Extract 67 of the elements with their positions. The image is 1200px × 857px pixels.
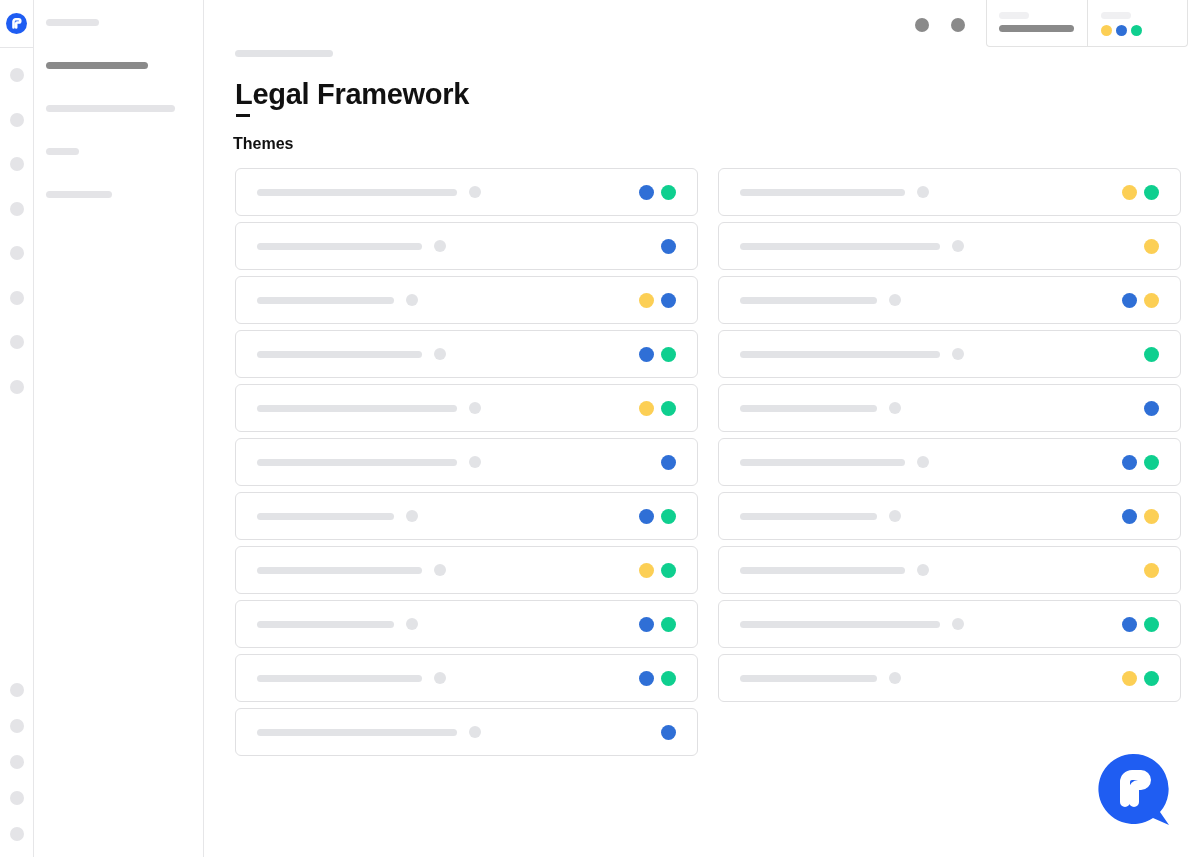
theme-card[interactable] <box>718 384 1181 432</box>
nav-icon-placeholder[interactable] <box>9 335 24 349</box>
theme-card[interactable] <box>718 654 1181 702</box>
theme-card[interactable] <box>235 600 698 648</box>
nav-icon-placeholder[interactable] <box>9 246 24 260</box>
nav-icon-placeholder[interactable] <box>9 791 24 805</box>
dot-placeholder <box>917 456 929 468</box>
dot-placeholder <box>952 618 964 630</box>
nav-icon-placeholder[interactable] <box>9 755 24 769</box>
nav-item-placeholder[interactable] <box>46 62 148 69</box>
dot-placeholder <box>434 672 446 684</box>
dot-placeholder <box>469 402 481 414</box>
page-title: Legal Framework <box>235 78 470 111</box>
dot-placeholder <box>889 402 901 414</box>
dot-placeholder <box>469 186 481 198</box>
logo-icon[interactable] <box>6 13 27 34</box>
theme-card[interactable] <box>718 168 1181 216</box>
dot-placeholder <box>952 348 964 360</box>
dot-placeholder <box>889 510 901 522</box>
theme-card[interactable] <box>235 168 698 216</box>
nav-item-placeholder[interactable] <box>46 19 99 26</box>
dot-placeholder <box>406 294 418 306</box>
theme-card[interactable] <box>718 600 1181 648</box>
dot-placeholder <box>889 672 901 684</box>
chat-logo-icon[interactable] <box>1097 753 1171 827</box>
dot-placeholder <box>889 294 901 306</box>
nav-icon-placeholder[interactable] <box>9 827 24 841</box>
dot-placeholder <box>434 348 446 360</box>
nav-icon-placeholder[interactable] <box>9 379 24 394</box>
theme-card[interactable] <box>235 546 698 594</box>
theme-card[interactable] <box>235 384 698 432</box>
theme-card[interactable] <box>235 708 698 756</box>
nav-icon-placeholder[interactable] <box>9 157 24 171</box>
theme-card[interactable] <box>235 438 698 486</box>
nav-icon-placeholder[interactable] <box>9 683 24 697</box>
nav-icon-placeholder[interactable] <box>9 112 24 127</box>
nav-item-placeholder[interactable] <box>46 105 175 112</box>
dot-placeholder <box>952 240 964 252</box>
dot-placeholder <box>917 564 929 576</box>
theme-card[interactable] <box>235 222 698 270</box>
dot-placeholder <box>434 240 446 252</box>
nav-item-placeholder[interactable] <box>46 148 79 155</box>
nav-icon-placeholder[interactable] <box>9 68 24 82</box>
dot-placeholder <box>434 564 446 576</box>
theme-card[interactable] <box>718 222 1181 270</box>
toolbar-icon-placeholder[interactable] <box>915 18 929 32</box>
theme-card[interactable] <box>718 492 1181 540</box>
dot-placeholder <box>469 726 481 738</box>
theme-card[interactable] <box>235 330 698 378</box>
dot-placeholder <box>917 186 929 198</box>
nav-item-placeholder[interactable] <box>46 191 112 198</box>
nav-icon-placeholder[interactable] <box>9 290 24 305</box>
text-cursor <box>236 114 250 117</box>
theme-card[interactable] <box>235 492 698 540</box>
section-heading: Themes <box>233 135 295 153</box>
theme-card[interactable] <box>718 546 1181 594</box>
theme-card[interactable] <box>718 330 1181 378</box>
nav-icon-placeholder[interactable] <box>9 201 24 216</box>
theme-card[interactable] <box>235 654 698 702</box>
theme-card[interactable] <box>718 276 1181 324</box>
nav-icon-placeholder[interactable] <box>9 719 24 733</box>
dot-placeholder <box>406 618 418 630</box>
theme-card[interactable] <box>235 276 698 324</box>
toolbar-icon-placeholder[interactable] <box>951 18 965 32</box>
dot-placeholder <box>406 510 418 522</box>
dot-placeholder <box>469 456 481 468</box>
theme-card[interactable] <box>718 438 1181 486</box>
